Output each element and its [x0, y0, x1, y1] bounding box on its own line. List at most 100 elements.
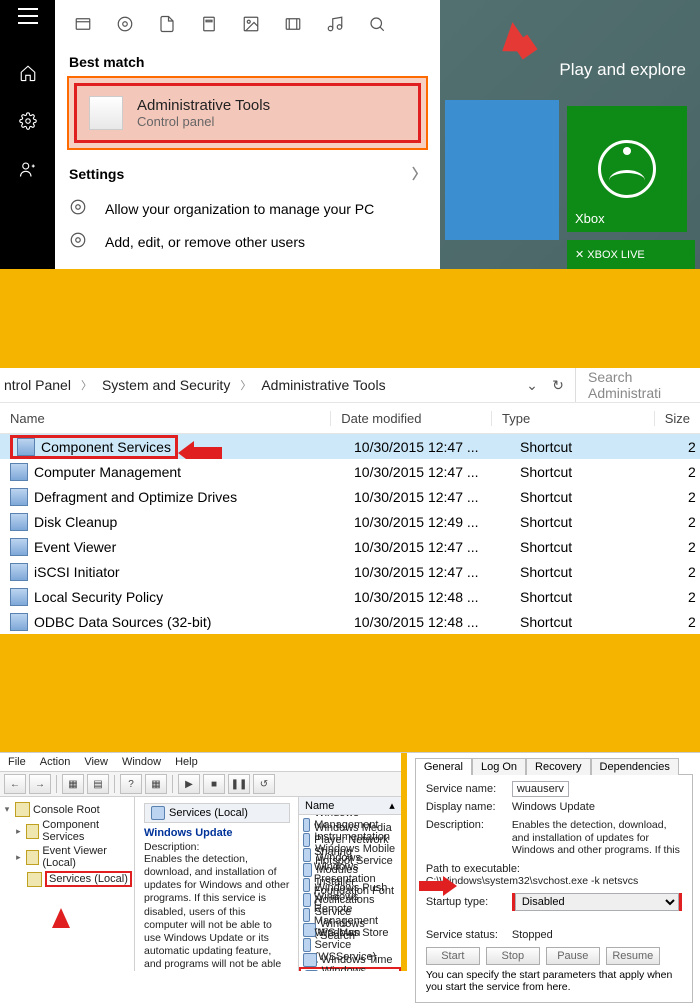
help-button[interactable]: ? — [120, 774, 142, 794]
tab-dependencies[interactable]: Dependencies — [591, 758, 679, 775]
tree-node[interactable]: ▸Component Services — [2, 818, 132, 844]
service-icon — [303, 833, 310, 847]
hamburger-icon[interactable] — [18, 8, 38, 24]
filter-apps-icon[interactable] — [73, 14, 93, 34]
service-row[interactable]: Windows Update — [299, 967, 401, 971]
props-button[interactable]: ▤ — [87, 774, 109, 794]
file-row[interactable]: ODBC Data Sources (32-bit)10/30/2015 12:… — [0, 609, 700, 634]
file-row[interactable]: iSCSI Initiator10/30/2015 12:47 ...Short… — [0, 559, 700, 584]
filter-music-icon[interactable] — [325, 14, 345, 34]
mmc-window: File Action View Window Help ← → ▦ ▤ ? ▦… — [0, 753, 401, 971]
settings-item[interactable]: Add, edit, or remove other users — [55, 225, 440, 258]
feedback-icon[interactable] — [19, 160, 37, 178]
start-menu-area: Best match Administrative Tools Control … — [0, 0, 700, 269]
play-and-explore-label: Play and explore — [559, 60, 686, 80]
general-tab-panel: Service name:wuauserv Display name:Windo… — [415, 774, 693, 1003]
tree-node[interactable]: ▸Event Viewer (Local) — [2, 844, 132, 870]
restart-button[interactable]: ↺ — [253, 774, 275, 794]
service-icon — [303, 908, 310, 922]
xbox-live-tile[interactable]: ✕ XBOX LIVE — [567, 240, 695, 269]
service-icon — [303, 953, 317, 967]
startup-type-label: Startup type: — [426, 896, 512, 908]
breadcrumb-item[interactable]: ntrol Panel — [0, 377, 75, 393]
stop-button[interactable]: Stop — [486, 947, 540, 965]
tab-recovery[interactable]: Recovery — [526, 758, 590, 775]
result-title: Administrative Tools — [137, 97, 270, 114]
service-status-value: Stopped — [512, 929, 682, 941]
settings-item[interactable]: Allow your organization to manage your P… — [55, 192, 440, 225]
list-header[interactable]: Name▴ — [299, 797, 401, 815]
forward-button[interactable]: → — [29, 774, 51, 794]
filter-documents-icon[interactable] — [157, 14, 177, 34]
col-size[interactable]: Size — [654, 411, 700, 426]
console-tree: ▾Console Root ▸Component Services ▸Event… — [0, 797, 135, 971]
detail-panel: Services (Local) Windows Update Descript… — [136, 797, 298, 971]
up-button[interactable]: ▦ — [62, 774, 84, 794]
file-row[interactable]: Defragment and Optimize Drives10/30/2015… — [0, 484, 700, 509]
left-rail — [0, 0, 55, 269]
tree-root[interactable]: ▾Console Root — [2, 801, 132, 818]
filter-folders-icon[interactable] — [199, 14, 219, 34]
col-type[interactable]: Type — [491, 411, 654, 426]
tree-node-services[interactable]: Services (Local) — [2, 870, 132, 888]
file-row[interactable]: Computer Management10/30/2015 12:47 ...S… — [0, 459, 700, 484]
pause-button[interactable]: Pause — [546, 947, 600, 965]
breadcrumb-item[interactable]: System and Security — [98, 377, 234, 393]
service-name-value[interactable]: wuauserv — [512, 781, 569, 797]
xbox-logo-icon — [598, 140, 656, 198]
best-match-highlight: Administrative Tools Control panel — [67, 76, 428, 150]
resume-button[interactable]: Resume — [606, 947, 660, 965]
live-tile-blue[interactable] — [445, 100, 559, 240]
red-arrow-annotation — [52, 908, 70, 928]
tab-general[interactable]: General — [415, 758, 472, 775]
description-value: Enables the detection, download, and ins… — [512, 819, 682, 857]
yellow-divider — [0, 269, 700, 368]
menu-bar: File Action View Window Help — [0, 753, 401, 772]
startup-type-select[interactable]: Disabled — [515, 893, 679, 911]
breadcrumb-item[interactable]: Administrative Tools — [257, 377, 389, 393]
breadcrumb-bar: ntrol Panel 〉 System and Security 〉 Admi… — [0, 368, 700, 402]
col-date[interactable]: Date modified — [330, 411, 491, 426]
services-area: File Action View Window Help ← → ▦ ▤ ? ▦… — [0, 752, 700, 971]
file-row[interactable]: Local Security Policy10/30/2015 12:48 ..… — [0, 584, 700, 609]
services-pane: Services (Local) Windows Update Descript… — [135, 797, 401, 971]
menu-help[interactable]: Help — [175, 756, 198, 768]
file-row[interactable]: Event Viewer10/30/2015 12:47 ...Shortcut… — [0, 534, 700, 559]
search-icon[interactable] — [367, 14, 387, 34]
back-button[interactable]: ← — [4, 774, 26, 794]
dropdown-icon[interactable]: ⌄ — [523, 376, 541, 394]
settings-gear-icon[interactable] — [19, 112, 37, 130]
service-icon — [303, 938, 311, 952]
home-icon[interactable] — [19, 64, 37, 82]
service-row[interactable]: Windows Store Service (WSService) — [299, 937, 401, 952]
pause-button[interactable]: ❚❚ — [228, 774, 250, 794]
filter-photos-icon[interactable] — [241, 14, 261, 34]
stop-button[interactable]: ■ — [203, 774, 225, 794]
menu-action[interactable]: Action — [40, 756, 71, 768]
tab-logon[interactable]: Log On — [472, 758, 526, 775]
file-row[interactable]: Component Services10/30/2015 12:47 ...Sh… — [0, 434, 700, 459]
filter-settings-icon[interactable] — [115, 14, 135, 34]
services-local-header: Services (Local) — [144, 803, 290, 823]
xbox-tile[interactable]: Xbox — [567, 106, 687, 232]
search-input[interactable]: Search Administrati — [575, 368, 696, 402]
col-name[interactable]: Name — [0, 411, 330, 426]
refresh-button[interactable]: ▦ — [145, 774, 167, 794]
best-match-result[interactable]: Administrative Tools Control panel — [74, 83, 421, 143]
settings-section[interactable]: Settings 〉 — [55, 156, 440, 192]
service-icon — [303, 863, 312, 877]
path-label: Path to executable: — [426, 863, 682, 875]
play-button[interactable]: ▶ — [178, 774, 200, 794]
refresh-icon[interactable]: ↻ — [549, 376, 567, 394]
explorer-window: ntrol Panel 〉 System and Security 〉 Admi… — [0, 368, 700, 634]
filter-videos-icon[interactable] — [283, 14, 303, 34]
menu-view[interactable]: View — [84, 756, 108, 768]
menu-file[interactable]: File — [8, 756, 26, 768]
sort-icon: ▴ — [389, 799, 395, 812]
service-status-label: Service status: — [426, 929, 512, 941]
menu-window[interactable]: Window — [122, 756, 161, 768]
start-button[interactable]: Start — [426, 947, 480, 965]
chevron-right-icon: 〉 — [234, 377, 257, 393]
file-row[interactable]: Disk Cleanup10/30/2015 12:49 ...Shortcut… — [0, 509, 700, 534]
filter-bar — [55, 0, 440, 48]
